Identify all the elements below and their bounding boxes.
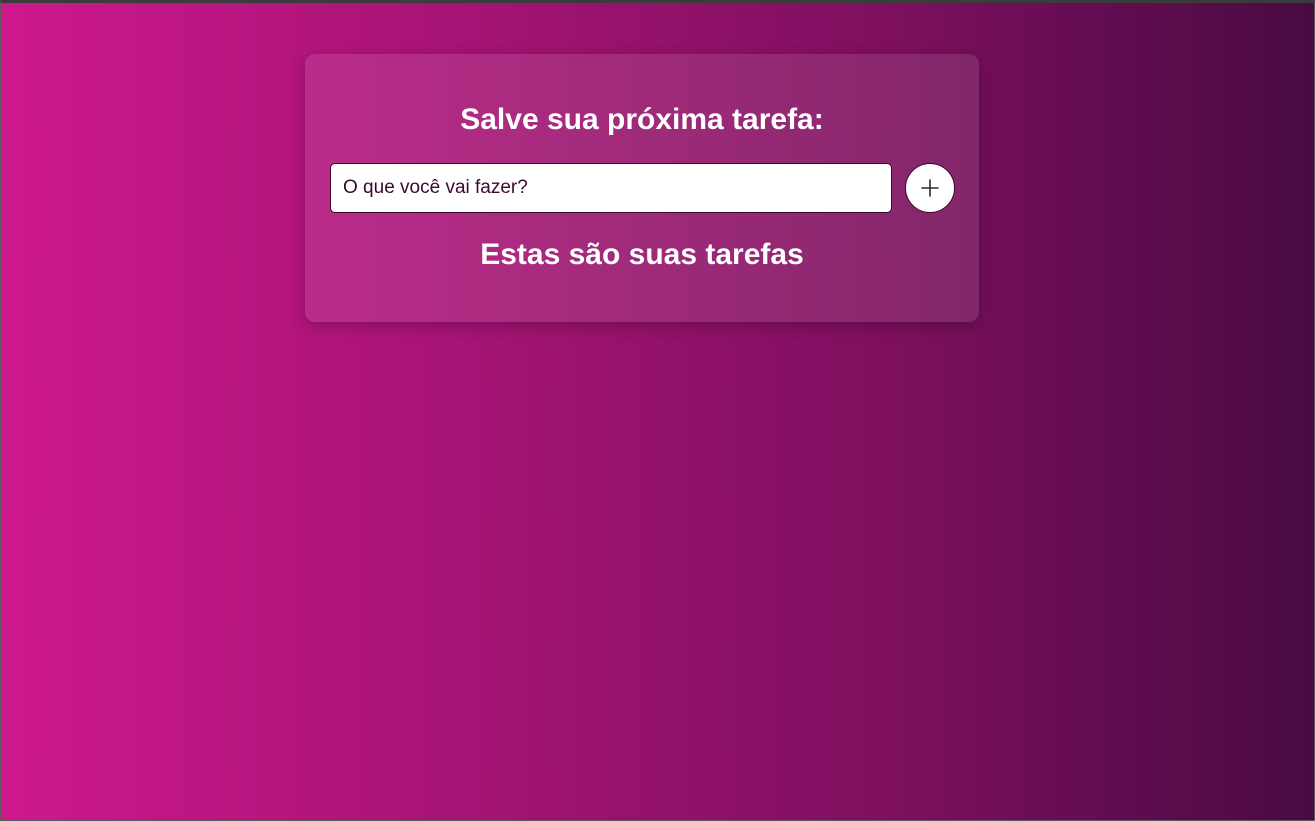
task-card: Salve sua próxima tarefa: Estas são suas… [305, 54, 979, 322]
task-input[interactable] [330, 163, 892, 213]
tasks-heading: Estas são suas tarefas [480, 238, 804, 271]
add-task-button[interactable] [905, 163, 955, 213]
plus-icon [920, 178, 940, 198]
form-title: Salve sua próxima tarefa: [460, 103, 824, 136]
